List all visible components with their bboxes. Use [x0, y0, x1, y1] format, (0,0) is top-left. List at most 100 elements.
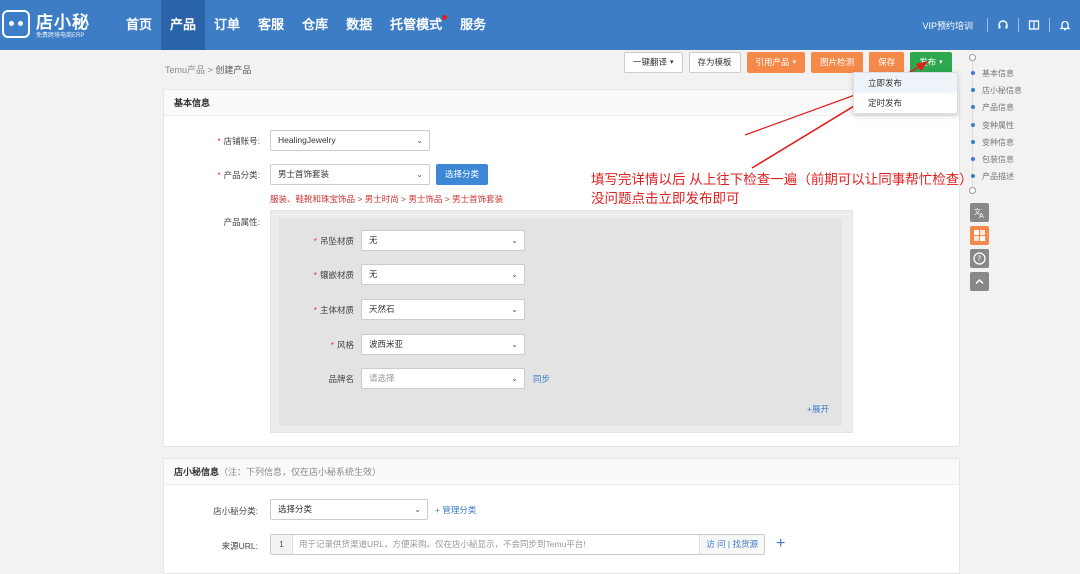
- svg-text:A: A: [979, 212, 984, 219]
- breadcrumb: Temu产品 > 创建产品: [165, 63, 251, 76]
- basic-info-title: 基本信息: [164, 90, 959, 116]
- image-check-button[interactable]: 图片检测: [811, 52, 864, 73]
- nav-products[interactable]: 产品: [161, 0, 206, 50]
- store-account-value: HealingJewelry: [278, 135, 336, 145]
- breadcrumb-separator: >: [207, 65, 213, 75]
- publish-now-item[interactable]: 立即发布: [854, 73, 957, 93]
- dxm-info-title-text: 店小秘信息: [174, 467, 220, 477]
- top-navbar: 店小秘 免费跨境电商ERP 首页 产品 订单 客服 仓库 数据 托管模式 服务 …: [0, 0, 1080, 50]
- chevron-down-icon: ⌄: [511, 374, 518, 383]
- source-url-input[interactable]: 1 用于记录供货渠道URL，方便采购。仅在店小秘显示，不会同步到Temu平台! 访…: [270, 534, 765, 555]
- anchor-dxm-info[interactable]: 店小秘信息: [982, 85, 1022, 96]
- save-template-button[interactable]: 存为模板: [688, 52, 741, 73]
- vip-training-link[interactable]: VIP预约培训: [922, 19, 973, 32]
- dxm-info-title: 店小秘信息（注：下列信息，仅在店小秘系统生效）: [164, 459, 959, 485]
- headset-icon[interactable]: [988, 15, 1018, 35]
- pendant-material-select[interactable]: 无 ⌄: [361, 230, 525, 251]
- book-icon[interactable]: [1019, 15, 1049, 35]
- publish-dropdown-menu: 立即发布 定时发布: [853, 72, 958, 114]
- chevron-down-icon: ▾: [792, 59, 797, 66]
- quote-product-button[interactable]: 引用产品 ▾: [746, 52, 806, 73]
- translate-icon[interactable]: 文A: [970, 203, 989, 222]
- chevron-down-icon: ⌄: [511, 340, 518, 349]
- calculator-icon[interactable]: [970, 226, 989, 245]
- publish-scheduled-item[interactable]: 定时发布: [854, 93, 957, 113]
- nav-warehouse[interactable]: 仓库: [293, 0, 337, 50]
- find-source-link[interactable]: 找货源: [732, 539, 758, 549]
- attr-label-text: 主体材质: [319, 305, 354, 315]
- annotation-line-2: 没问题点击立即发布即可: [591, 191, 740, 206]
- chevron-down-icon: ⌄: [416, 170, 423, 179]
- quote-product-label: 引用产品: [755, 57, 790, 67]
- app-logo[interactable]: 店小秘 免费跨境电商ERP: [0, 6, 110, 44]
- back-to-top-icon[interactable]: [970, 272, 989, 291]
- save-button[interactable]: 保存: [869, 52, 905, 73]
- anchor-basic-info[interactable]: 基本信息: [982, 68, 1014, 79]
- add-url-icon[interactable]: +: [776, 535, 785, 553]
- nav-customer-service[interactable]: 客服: [249, 0, 293, 50]
- attr-label-text: 吊坠材质: [319, 236, 354, 246]
- attr-label: * 主体材质: [290, 304, 354, 316]
- required-mark: *: [313, 236, 317, 246]
- store-account-select[interactable]: HealingJewelry ⌄: [270, 130, 430, 151]
- nav-managed-mode[interactable]: 托管模式: [381, 0, 451, 50]
- brand-select[interactable]: 请选择 ⌄: [361, 368, 525, 389]
- help-icon[interactable]: ?: [970, 249, 989, 268]
- sync-link[interactable]: 同步: [533, 373, 550, 385]
- attr-label: * 吊坠材质: [290, 235, 354, 247]
- publish-button[interactable]: 发布 ▾: [910, 52, 952, 73]
- anchor-description[interactable]: 产品描述: [982, 171, 1014, 182]
- product-attributes-label: 产品属性:: [223, 217, 260, 227]
- attr-label: * 镶嵌材质: [290, 269, 354, 281]
- chevron-down-icon: ⌄: [511, 236, 518, 245]
- anchor-dot: [971, 157, 975, 161]
- anchor-package-info[interactable]: 包装信息: [982, 154, 1014, 165]
- anchor-top-ring: [969, 54, 976, 61]
- dxm-category-select[interactable]: 选择分类 ⌄: [270, 499, 428, 520]
- attr-value: 波西米亚: [369, 339, 404, 349]
- store-account-label-text: 店铺账号:: [223, 136, 260, 146]
- category-select[interactable]: 男士首饰套装 ⌄: [270, 164, 430, 185]
- nav-home[interactable]: 首页: [117, 0, 161, 50]
- chevron-down-icon: ⌄: [511, 270, 518, 279]
- action-toolbar: 一键翻译 ▾ 存为模板 引用产品 ▾ 图片检测 保存 发布 ▾: [624, 52, 952, 73]
- chevron-down-icon: ⌄: [414, 505, 421, 514]
- anchor-dot: [971, 123, 975, 127]
- category-path: 服装、鞋靴和珠宝饰品 > 男士时尚 > 男士饰品 > 男士首饰套装: [270, 194, 504, 204]
- expand-link[interactable]: +展开: [807, 403, 829, 415]
- top-right-tools: VIP预约培训: [922, 0, 1080, 50]
- translate-button[interactable]: 一键翻译 ▾: [624, 52, 683, 73]
- manage-category-link[interactable]: + 管理分类: [435, 504, 476, 516]
- svg-text:?: ?: [977, 255, 981, 264]
- main-material-select[interactable]: 天然石 ⌄: [361, 299, 525, 320]
- source-url-label: 来源URL:: [221, 541, 258, 551]
- anchor-variant-info[interactable]: 变种信息: [982, 137, 1014, 148]
- choose-category-button[interactable]: 选择分类: [436, 164, 489, 185]
- category-label-text: 产品分类:: [223, 170, 260, 180]
- annotation-line-1: 填写完详情以后 从上往下检查一遍（前期可以让同事帮忙检查）: [591, 172, 973, 187]
- nav-orders[interactable]: 订单: [205, 0, 249, 50]
- required-mark: *: [313, 270, 317, 280]
- publish-button-label: 发布: [919, 57, 937, 67]
- style-select[interactable]: 波西米亚 ⌄: [361, 334, 525, 355]
- breadcrumb-root[interactable]: Temu产品: [165, 65, 205, 75]
- robot-logo-icon: [2, 10, 30, 38]
- anchor-product-info[interactable]: 产品信息: [982, 102, 1014, 113]
- nav-data[interactable]: 数据: [337, 0, 381, 50]
- anchor-variant-attrs[interactable]: 变种属性: [982, 120, 1014, 131]
- attr-value: 无: [369, 235, 378, 245]
- bell-icon[interactable]: [1050, 15, 1080, 35]
- nav-services[interactable]: 服务: [451, 0, 495, 50]
- attr-label-text: 风格: [336, 340, 354, 350]
- visit-link[interactable]: 访 问: [706, 539, 725, 549]
- attr-label: * 风格: [290, 339, 354, 351]
- attr-label-text: 镶嵌材质: [319, 270, 354, 280]
- inlay-material-select[interactable]: 无 ⌄: [361, 264, 525, 285]
- chevron-down-icon: ⌄: [511, 305, 518, 314]
- nav-managed-mode-label: 托管模式: [390, 17, 443, 32]
- section-anchor-nav: 基本信息 店小秘信息 产品信息 变种属性 变种信息 包装信息 产品描述: [968, 52, 1048, 194]
- required-mark: *: [217, 170, 221, 180]
- dxm-info-note: （注：下列信息，仅在店小秘系统生效）: [219, 467, 382, 477]
- main-nav: 首页 产品 订单 客服 仓库 数据 托管模式 服务: [117, 0, 495, 50]
- tutorial-annotation: 填写完详情以后 从上往下检查一遍（前期可以让同事帮忙检查） 没问题点击立即发布即…: [591, 170, 973, 208]
